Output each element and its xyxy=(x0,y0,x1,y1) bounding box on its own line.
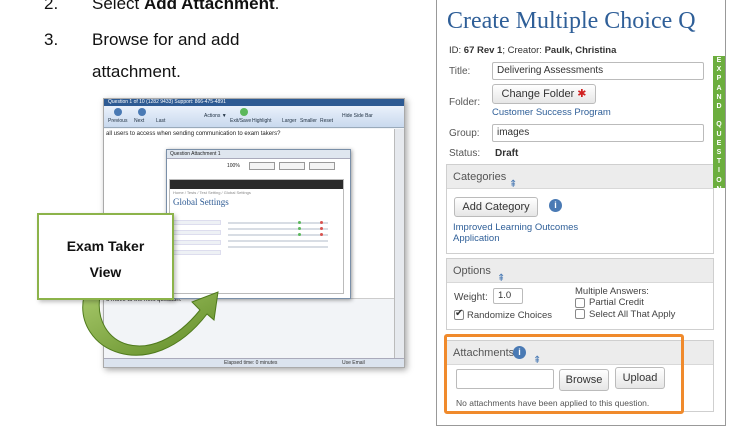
folder-link[interactable]: Customer Success Program xyxy=(492,107,611,118)
question-id: 67 Rev 1 xyxy=(463,45,503,56)
expand-letter: T xyxy=(716,158,722,166)
status-value: Draft xyxy=(495,148,519,159)
expand-letter: U xyxy=(716,130,722,138)
expand-letter xyxy=(713,111,725,120)
select-all-checkbox[interactable] xyxy=(575,309,585,319)
collapse-icon[interactable]: ⇞ xyxy=(509,173,517,197)
expand-letter: P xyxy=(716,75,722,83)
creator-name: Paulk, Christina xyxy=(544,45,617,56)
required-star-icon: ✱ xyxy=(577,88,587,100)
expand-letter: N xyxy=(716,185,722,193)
options-section: Options⇞ Weight: 1.0 Randomize Choices M… xyxy=(446,258,714,330)
expand-question-tab[interactable]: EXPAND QUESTION xyxy=(713,56,725,193)
categories-header[interactable]: Categories ⇞ xyxy=(447,165,713,190)
category-link[interactable]: Application xyxy=(453,233,499,244)
select-all-label: Select All That Apply xyxy=(589,309,676,320)
add-category-button[interactable]: Add Category xyxy=(454,197,538,217)
partial-credit-checkbox[interactable] xyxy=(575,298,585,308)
expand-letter: I xyxy=(718,167,720,175)
attachments-highlight-box xyxy=(444,334,684,414)
exam-taker-view-callout: Exam Taker View xyxy=(37,213,174,300)
randomize-label: Randomize Choices xyxy=(467,310,553,321)
page-title: Create Multiple Choice Q xyxy=(447,8,696,34)
question-meta: ID: 67 Rev 1; Creator: Paulk, Christina xyxy=(449,45,617,56)
change-folder-button[interactable]: Change Folder ✱ xyxy=(492,84,596,104)
title-label: Title: xyxy=(449,66,471,77)
expand-letter: S xyxy=(716,149,722,157)
group-label: Group: xyxy=(449,128,480,139)
expand-letter: Q xyxy=(716,121,722,129)
expand-letter: D xyxy=(716,103,722,111)
group-input[interactable]: images xyxy=(492,124,704,142)
category-link[interactable]: Improved Learning Outcomes xyxy=(453,222,578,233)
expand-letter: E xyxy=(716,57,722,64)
info-icon[interactable]: i xyxy=(549,199,562,212)
options-header[interactable]: Options ⇞ xyxy=(447,259,713,284)
folder-label: Folder: xyxy=(449,97,481,108)
weight-label: Weight: xyxy=(454,292,488,303)
weight-input[interactable]: 1.0 xyxy=(493,288,523,304)
expand-letter: E xyxy=(716,139,722,147)
partial-credit-label: Partial Credit xyxy=(589,297,644,308)
expand-letter: A xyxy=(716,84,722,92)
status-label: Status: xyxy=(449,148,481,159)
randomize-checkbox[interactable] xyxy=(454,308,464,320)
title-input[interactable]: Delivering Assessments xyxy=(492,62,704,80)
expand-letter: O xyxy=(716,176,722,184)
expand-letter: N xyxy=(716,93,722,101)
callout-text: Exam Taker View xyxy=(66,238,145,280)
expand-letter: X xyxy=(716,66,722,74)
categories-section: Categories ⇞ Add Category i Improved Lear… xyxy=(446,164,714,254)
multiple-answers-label: Multiple Answers: xyxy=(575,286,649,297)
